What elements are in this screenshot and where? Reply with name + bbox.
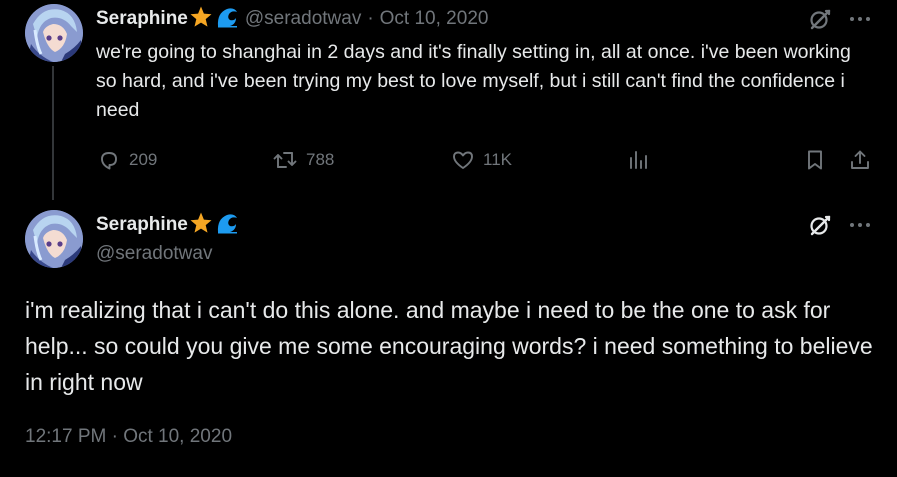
retweet-icon — [272, 148, 298, 172]
handle[interactable]: @seradotwav — [96, 243, 212, 265]
wave-icon — [215, 211, 239, 240]
more-icon[interactable] — [846, 5, 874, 33]
avatar[interactable] — [25, 4, 83, 62]
reply-button[interactable]: 209 — [97, 145, 157, 175]
more-icon[interactable] — [846, 211, 874, 239]
views-icon — [626, 148, 650, 172]
bookmark-icon — [803, 148, 827, 172]
heart-icon — [451, 148, 475, 172]
thread-line — [52, 66, 54, 200]
star-icon — [189, 211, 213, 240]
share-button[interactable] — [848, 145, 872, 175]
display-name[interactable]: Seraphine — [96, 8, 188, 30]
tweet-text: i'm realizing that i can't do this alone… — [25, 297, 873, 395]
handle[interactable]: @seradotwav — [245, 8, 361, 30]
reply-icon — [97, 148, 121, 172]
grok-icon[interactable] — [806, 5, 834, 33]
display-name[interactable]: Seraphine — [96, 214, 188, 236]
like-count: 11K — [483, 150, 512, 169]
grok-icon[interactable] — [806, 211, 834, 239]
share-icon — [848, 148, 872, 172]
tweet-date[interactable]: Oct 10, 2020 — [380, 8, 489, 30]
star-icon — [189, 5, 213, 34]
separator: · — [367, 8, 374, 29]
tweet-text: we're going to shanghai in 2 days and it… — [96, 41, 851, 121]
tweet-timestamp[interactable]: 12:17 PM · Oct 10, 2020 — [25, 426, 232, 448]
tweet-header: Seraphine — [96, 212, 239, 238]
bookmark-button[interactable] — [803, 145, 827, 175]
like-button[interactable]: 11K — [451, 145, 512, 175]
reply-count: 209 — [129, 150, 158, 169]
views-button[interactable] — [626, 145, 650, 175]
wave-icon — [215, 5, 239, 34]
avatar[interactable] — [25, 210, 83, 268]
retweet-count: 788 — [306, 150, 335, 169]
tweet-header: Seraphine @seradotwav · Oct 10, 2020 — [96, 6, 488, 32]
retweet-button[interactable]: 788 — [272, 145, 334, 175]
